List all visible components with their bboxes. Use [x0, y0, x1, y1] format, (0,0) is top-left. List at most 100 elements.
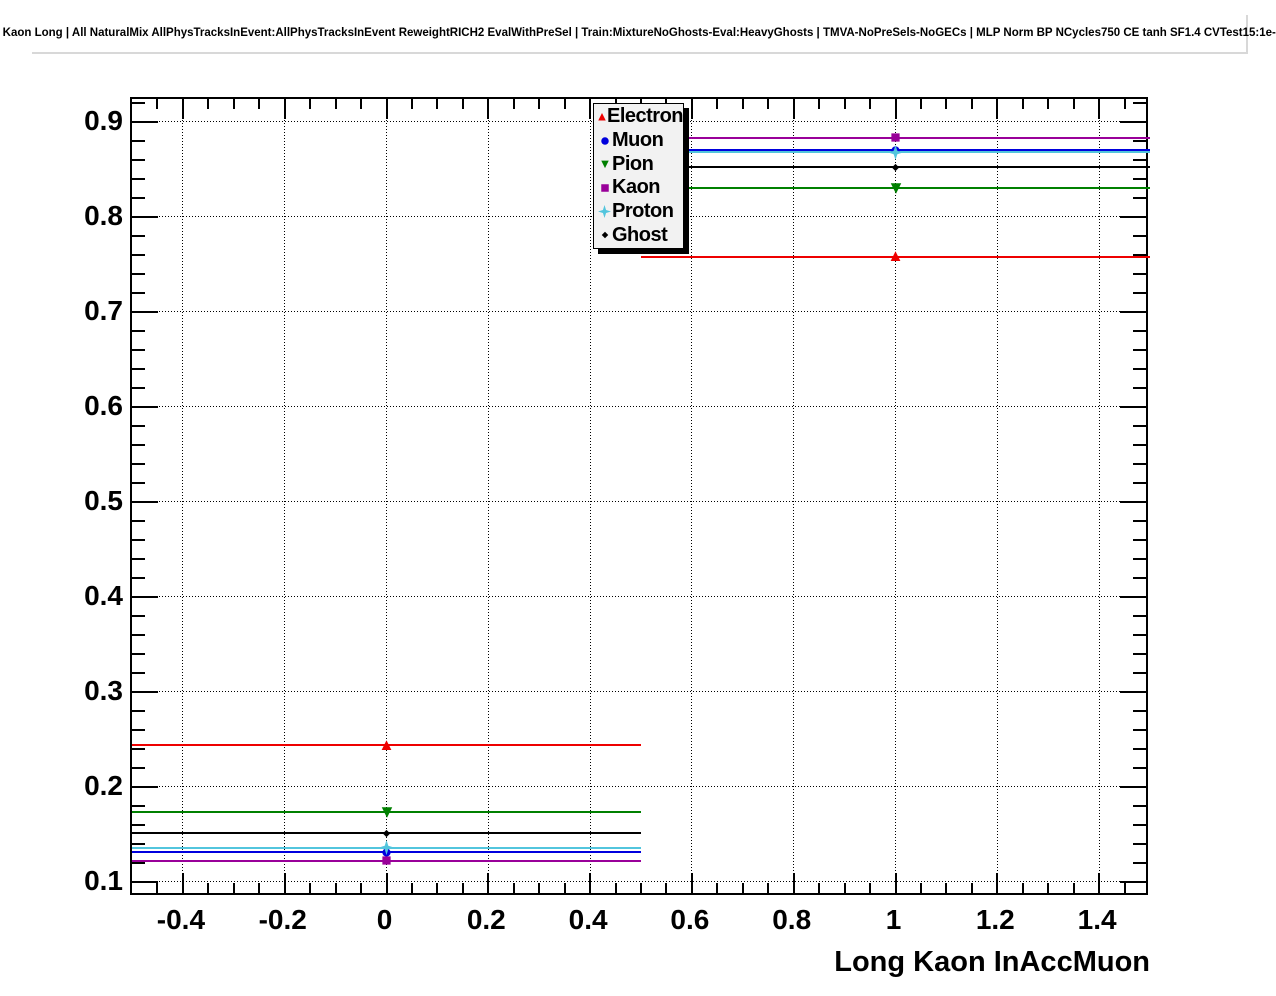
- y-tick-minor-mirror: [1133, 481, 1146, 484]
- y-tick-label: 0.4: [84, 579, 123, 611]
- y-tick-minor: [132, 253, 145, 256]
- x-tick-label: -0.4: [156, 904, 206, 935]
- x-tick-major: [181, 873, 184, 893]
- x-tick-minor-mirror: [334, 99, 337, 109]
- x-tick-major-mirror: [181, 99, 184, 119]
- x-tick-minor-mirror: [970, 99, 973, 109]
- x-tick-minor-mirror: [716, 99, 719, 109]
- y-tick-minor: [132, 196, 145, 199]
- x-tick-label: 0.2: [466, 904, 506, 935]
- x-tick-major-mirror: [589, 99, 592, 119]
- y-tick-minor: [132, 443, 145, 446]
- y-tick-major-mirror: [1120, 785, 1146, 788]
- y-tick-minor: [132, 329, 145, 332]
- marker-pion: [380, 805, 394, 819]
- y-tick-minor-mirror: [1133, 158, 1146, 161]
- y-tick-label: 0.3: [84, 674, 123, 706]
- y-tick-minor-mirror: [1133, 766, 1146, 769]
- y-tick-minor: [132, 576, 145, 579]
- legend-item-electron: Electron: [597, 105, 684, 129]
- y-tick-minor-mirror: [1133, 538, 1146, 541]
- x-tick-minor: [919, 883, 922, 893]
- x-tick-label: 0.8: [772, 904, 812, 935]
- gridline-vertical: [284, 99, 286, 893]
- y-tick-minor: [132, 804, 145, 807]
- x-tick-label: 0.6: [670, 904, 710, 935]
- y-tick-minor-mirror: [1133, 671, 1146, 674]
- x-tick-minor: [945, 883, 948, 893]
- x-tick-minor-mirror: [156, 99, 159, 109]
- marker-ghost: [382, 829, 391, 838]
- x-tick-minor-mirror: [741, 99, 744, 109]
- y-tick-major-mirror: [1120, 120, 1146, 123]
- x-tick-minor: [741, 883, 744, 893]
- x-tick-minor: [1047, 883, 1050, 893]
- gridline-vertical: [691, 99, 693, 893]
- y-tick-minor-mirror: [1133, 234, 1146, 237]
- y-tick-minor: [132, 101, 145, 104]
- y-tick-major: [132, 690, 158, 693]
- x-tick-label: 1: [885, 904, 902, 935]
- x-tick-minor: [207, 883, 210, 893]
- x-tick-minor: [1123, 883, 1126, 893]
- marker-ghost: [891, 163, 900, 172]
- y-tick-minor: [132, 481, 145, 484]
- y-tick-minor: [132, 386, 145, 389]
- x-tick-major-mirror: [283, 99, 286, 119]
- diamond-icon: [597, 231, 612, 239]
- x-tick-major-mirror: [996, 99, 999, 119]
- y-tick-label: 0.8: [84, 199, 123, 231]
- x-tick-major-mirror: [1098, 99, 1101, 119]
- y-tick-label: 0.6: [84, 389, 123, 421]
- y-tick-minor: [132, 291, 145, 294]
- x-tick-label: 1.4: [1077, 904, 1117, 935]
- root-canvas: InAccMuon Kaon Long | All NaturalMix All…: [0, 0, 1276, 996]
- y-tick-minor-mirror: [1133, 424, 1146, 427]
- y-tick-major: [132, 595, 158, 598]
- x-tick-minor-mirror: [1047, 99, 1050, 109]
- x-tick-minor: [1072, 883, 1075, 893]
- plot-title: InAccMuon Kaon Long | All NaturalMix All…: [0, 26, 1276, 39]
- x-tick-label: -0.2: [258, 904, 307, 935]
- gridline-vertical: [487, 99, 489, 893]
- gridline-horizontal: [132, 691, 1146, 693]
- y-tick-minor-mirror: [1133, 804, 1146, 807]
- legend-label-pion: Pion: [612, 152, 654, 175]
- star4-icon: [597, 205, 612, 219]
- y-tick-major-mirror: [1120, 500, 1146, 503]
- x-tick-minor: [436, 883, 439, 893]
- y-tick-minor-mirror: [1133, 367, 1146, 370]
- y-tick-minor: [132, 709, 145, 712]
- x-tick-minor-mirror: [767, 99, 770, 109]
- y-tick-label: 0.9: [84, 104, 123, 136]
- x-tick-minor-mirror: [207, 99, 210, 109]
- y-tick-minor-mirror: [1133, 861, 1146, 864]
- y-tick-minor: [132, 652, 145, 655]
- y-tick-minor-mirror: [1133, 443, 1146, 446]
- y-tick-minor: [132, 747, 145, 750]
- marker-electron: [889, 250, 902, 263]
- y-tick-minor-mirror: [1133, 196, 1146, 199]
- y-tick-minor-mirror: [1133, 519, 1146, 522]
- y-tick-label: 0.2: [84, 769, 123, 801]
- x-axis-title: Long Kaon InAccMuon: [834, 946, 1150, 978]
- x-tick-label: 0.4: [568, 904, 608, 935]
- x-tick-major: [690, 873, 693, 893]
- x-tick-minor: [360, 883, 363, 893]
- legend-label-muon: Muon: [612, 129, 664, 151]
- x-tick-label: 1.2: [975, 904, 1015, 935]
- y-tick-minor-mirror: [1133, 329, 1146, 332]
- gridline-vertical: [793, 99, 795, 893]
- y-tick-label: 0.1: [84, 864, 123, 896]
- x-tick-minor-mirror: [360, 99, 363, 109]
- y-tick-minor: [132, 139, 145, 142]
- gridline-horizontal: [132, 501, 1146, 503]
- x-tick-minor: [512, 883, 515, 893]
- y-tick-minor: [132, 158, 145, 161]
- y-tick-major-mirror: [1120, 405, 1146, 408]
- gridline-horizontal: [132, 881, 1146, 883]
- y-tick-major: [132, 405, 158, 408]
- x-tick-minor-mirror: [258, 99, 261, 109]
- y-tick-minor: [132, 538, 145, 541]
- y-tick-minor: [132, 234, 145, 237]
